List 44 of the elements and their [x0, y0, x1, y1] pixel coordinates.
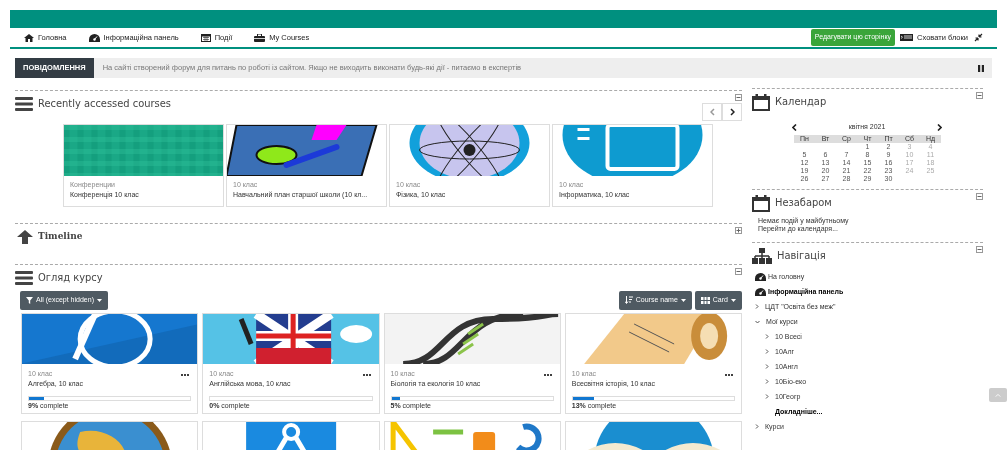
more-options-icon[interactable] [181, 373, 190, 376]
collapse-block-icon[interactable] [735, 94, 742, 101]
block-title: Recently accessed courses [38, 96, 171, 112]
chevron-down-icon[interactable] [755, 320, 760, 325]
more-options-icon[interactable] [362, 373, 371, 376]
calendar-icon [200, 33, 211, 42]
arrow-up-icon [17, 229, 33, 244]
chevron-right-icon [729, 108, 735, 116]
block-title: Незабаром [775, 194, 832, 211]
fullscreen-icon[interactable] [974, 33, 983, 42]
menu-icon [15, 270, 33, 285]
list-icon [900, 34, 914, 41]
more-options-icon[interactable] [543, 373, 552, 376]
next-button[interactable] [722, 103, 742, 121]
dashboard-icon [88, 33, 100, 42]
dashboard-icon [755, 273, 766, 282]
next-month-icon[interactable] [937, 123, 942, 131]
block-title: Навігація [777, 247, 826, 264]
caret-icon [97, 298, 102, 302]
filter-icon [26, 296, 33, 304]
collapse-block-icon[interactable] [976, 245, 983, 253]
caret-icon [731, 298, 736, 302]
caret-icon [680, 298, 686, 302]
grid-icon [700, 296, 710, 304]
sitemap-icon [752, 247, 772, 264]
briefcase-icon [254, 33, 266, 42]
menu-icon [15, 97, 33, 112]
previous-month-icon[interactable] [792, 123, 797, 131]
sort-icon [624, 296, 633, 305]
chevron-left-icon [709, 108, 715, 116]
collapse-block-icon[interactable] [976, 192, 983, 200]
calendar-icon [752, 194, 770, 212]
collapse-block-icon[interactable] [976, 92, 983, 99]
pause-icon[interactable] [978, 64, 984, 72]
home-icon [24, 33, 34, 42]
chevron-up-icon [995, 392, 1001, 398]
block-title: Timeline [38, 229, 83, 243]
calendar-icon [752, 94, 770, 111]
block-title: Календар [775, 94, 827, 111]
block-title: Огляд курсу [38, 269, 103, 286]
more-options-icon[interactable] [725, 373, 733, 376]
expand-block-icon[interactable] [735, 226, 742, 234]
collapse-block-icon[interactable] [735, 267, 742, 275]
dashboard-icon [755, 288, 766, 297]
